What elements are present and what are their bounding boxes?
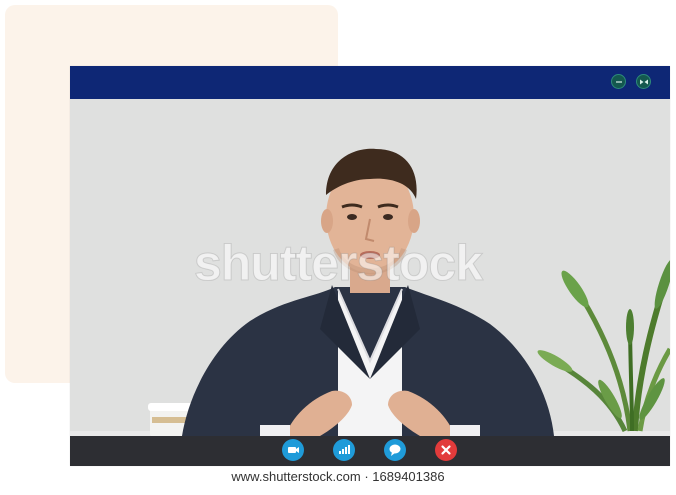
minimize-icon — [616, 81, 622, 83]
signal-bars-icon — [339, 445, 350, 454]
image-id-caption: www.shutterstock.com · 1689401386 — [231, 469, 445, 484]
end-call-icon — [441, 445, 451, 455]
video-call-window — [70, 66, 670, 466]
chat-button[interactable] — [384, 439, 406, 461]
end-call-button[interactable] — [435, 439, 457, 461]
video-camera-icon — [288, 447, 299, 453]
camera-toggle-button[interactable] — [282, 439, 304, 461]
call-control-bar — [70, 436, 670, 466]
maximize-button[interactable] — [636, 74, 651, 89]
minimize-button[interactable] — [611, 74, 626, 89]
connection-quality-button[interactable] — [333, 439, 355, 461]
participant-video-image — [70, 99, 670, 436]
maximize-icon — [640, 79, 648, 85]
title-bar — [70, 66, 670, 99]
video-feed — [70, 99, 670, 436]
chat-bubble-icon — [389, 444, 401, 456]
